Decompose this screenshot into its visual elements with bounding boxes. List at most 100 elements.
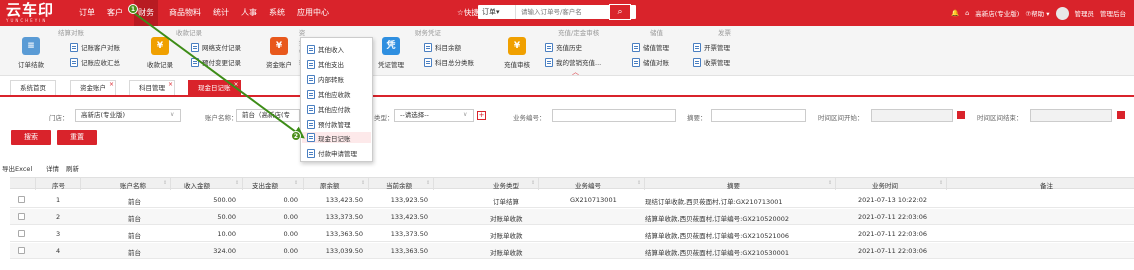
nav-finance[interactable]: 财务: [134, 0, 158, 26]
business-number-input[interactable]: [552, 109, 676, 122]
close-icon[interactable]: ×: [233, 77, 238, 92]
menu-label: 其他应付款: [318, 106, 351, 114]
calendar-icon[interactable]: [957, 111, 965, 119]
col-business-type[interactable]: 业务类型: [493, 180, 519, 190]
invoice-manage-button[interactable]: 开票管理: [693, 42, 730, 52]
home-icon[interactable]: ⌂: [965, 9, 969, 17]
collapse-ribbon-icon[interactable]: ︿: [572, 67, 579, 77]
sort-icon[interactable]: ⇕: [361, 180, 365, 186]
search-type-select[interactable]: 订单▾: [478, 5, 516, 19]
admin-name[interactable]: 管理员: [1075, 8, 1095, 18]
stored-reconcile-button[interactable]: 储值对账: [632, 57, 669, 67]
nav-system[interactable]: 系统: [268, 0, 286, 26]
col-index[interactable]: 序号: [52, 180, 65, 190]
table-row[interactable]: 4 前台 324.00 0.00 133,039.50 133,363.50 对…: [10, 243, 1134, 259]
sort-icon[interactable]: ⇕: [939, 180, 943, 186]
col-current-balance[interactable]: 当前余额: [386, 180, 412, 190]
sort-icon[interactable]: ⇕: [235, 180, 239, 186]
menu-label: 内部转账: [318, 76, 344, 84]
table-row[interactable]: 2 前台 50.00 0.00 133,373.50 133,423.50 对账…: [10, 209, 1134, 225]
nav-goods[interactable]: 商品物料: [168, 0, 202, 26]
tab-home[interactable]: 系统首页: [10, 80, 56, 95]
collect-record-button[interactable]: ¥ 收款记录: [143, 37, 177, 69]
store-name[interactable]: 高新店(专业版): [975, 8, 1019, 18]
sort-icon[interactable]: ⇕: [637, 180, 641, 186]
tab-subject-manage[interactable]: 科目管理 ×: [129, 80, 175, 95]
menu-cash-journal[interactable]: 现金日记账: [302, 132, 371, 143]
nav-customer[interactable]: 客户: [106, 0, 124, 26]
detail-button[interactable]: 详情: [46, 163, 59, 173]
col-business-number[interactable]: 业务编号: [575, 180, 601, 190]
menu-label: 现金日记账: [318, 134, 351, 143]
col-income[interactable]: 收入金额: [184, 180, 210, 190]
table-row[interactable]: 3 前台 10.00 0.00 133,363.50 133,373.50 对账…: [10, 226, 1134, 242]
menu-other-payable[interactable]: 其他应付款: [307, 104, 351, 114]
bell-icon[interactable]: 🔔: [951, 9, 959, 17]
logo[interactable]: 云车印 YUNCHEYIN: [6, 2, 54, 24]
sort-icon[interactable]: ⇕: [426, 180, 430, 186]
cell-account: 前台: [128, 198, 141, 206]
prepay-change-record-button[interactable]: 预付变更记录: [191, 57, 241, 67]
help-link[interactable]: ⑦帮助 ▾: [1025, 8, 1049, 18]
start-time-input[interactable]: [871, 109, 953, 122]
col-remark[interactable]: 备注: [1040, 180, 1053, 190]
customer-reconcile-button[interactable]: 记账客户对账: [70, 42, 120, 52]
export-excel-button[interactable]: 导出Excel: [2, 163, 32, 173]
account-name-select[interactable]: 前台（高新店(专: [236, 109, 300, 122]
receivable-summary-button[interactable]: 记账应收汇总: [70, 57, 120, 67]
row-checkbox[interactable]: [18, 213, 25, 220]
col-account-name[interactable]: 账户名称: [120, 180, 146, 190]
online-pay-record-button[interactable]: 网络支付记录: [191, 42, 241, 52]
recharge-history-button[interactable]: 充值历史: [545, 42, 582, 52]
close-icon[interactable]: ×: [168, 77, 173, 92]
sort-icon[interactable]: ⇕: [163, 180, 167, 186]
row-checkbox[interactable]: [18, 247, 25, 254]
admin-backend-link[interactable]: 管理后台: [1100, 8, 1126, 18]
store-select[interactable]: 高新店(专业版): [75, 109, 181, 122]
subject-summary-button[interactable]: 科目总分类账: [424, 57, 474, 67]
search-button[interactable]: 搜索: [11, 130, 51, 145]
subject-balance-button[interactable]: 科目余额: [424, 42, 461, 52]
receipt-manage-button[interactable]: 收票管理: [693, 57, 730, 67]
marketing-recharge-button[interactable]: 我的营销充值...: [545, 57, 601, 67]
cell-summary: 结算单收款,西贝莜面村,订单编号:GX210520002: [645, 215, 790, 223]
calendar-icon[interactable]: [1117, 111, 1125, 119]
col-business-time[interactable]: 业务时间: [872, 180, 898, 190]
menu-other-receivable[interactable]: 其他应收款: [307, 89, 351, 99]
menu-payment-request[interactable]: 付款申请管理: [307, 148, 357, 158]
add-type-button[interactable]: +: [477, 111, 486, 120]
fund-account-button[interactable]: ¥ 资金账户: [262, 37, 296, 69]
menu-prepayment-manage[interactable]: 预付款管理: [307, 119, 351, 129]
order-settle-button[interactable]: ≡ 订单结款: [14, 37, 48, 69]
sort-icon[interactable]: ⇕: [294, 180, 298, 186]
summary-input[interactable]: [711, 109, 806, 122]
voucher-manage-button[interactable]: 凭 凭证管理: [374, 37, 408, 69]
tab-fund-account[interactable]: 资金账户 ×: [70, 80, 116, 95]
reset-button[interactable]: 重置: [57, 130, 97, 145]
col-expense[interactable]: 支出金额: [252, 180, 278, 190]
nav-order[interactable]: 订单: [78, 0, 96, 26]
end-time-input[interactable]: [1030, 109, 1112, 122]
business-type-select[interactable]: --请选择--: [394, 109, 474, 122]
nav-app-center[interactable]: 应用中心: [296, 0, 330, 26]
col-summary[interactable]: 摘要: [727, 180, 740, 190]
col-original-balance[interactable]: 原余额: [320, 180, 340, 190]
cell-current-balance: 133,423.50: [390, 213, 428, 221]
menu-internal-transfer[interactable]: 内部转账: [307, 74, 344, 84]
nav-hr[interactable]: 人事: [240, 0, 258, 26]
menu-other-income[interactable]: 其他收入: [307, 44, 344, 54]
table-row[interactable]: 1 前台 500.00 0.00 133,423.50 133,923.50 订…: [10, 192, 1134, 208]
sort-icon[interactable]: ⇕: [531, 180, 535, 186]
sort-icon[interactable]: ⇕: [828, 180, 832, 186]
stored-manage-button[interactable]: 储值管理: [632, 42, 669, 52]
row-checkbox[interactable]: [18, 230, 25, 237]
recharge-review-button[interactable]: ¥ 充值审核: [500, 37, 534, 69]
refresh-button[interactable]: 刷新: [66, 163, 79, 173]
row-checkbox[interactable]: [18, 196, 25, 203]
avatar[interactable]: [1055, 6, 1069, 20]
search-icon[interactable]: ⌕: [609, 4, 631, 20]
close-icon[interactable]: ×: [109, 77, 114, 92]
tab-cash-journal[interactable]: 现金日记账 ×: [188, 80, 241, 95]
menu-other-expense[interactable]: 其他支出: [307, 59, 344, 69]
nav-stats[interactable]: 统计: [212, 0, 230, 26]
